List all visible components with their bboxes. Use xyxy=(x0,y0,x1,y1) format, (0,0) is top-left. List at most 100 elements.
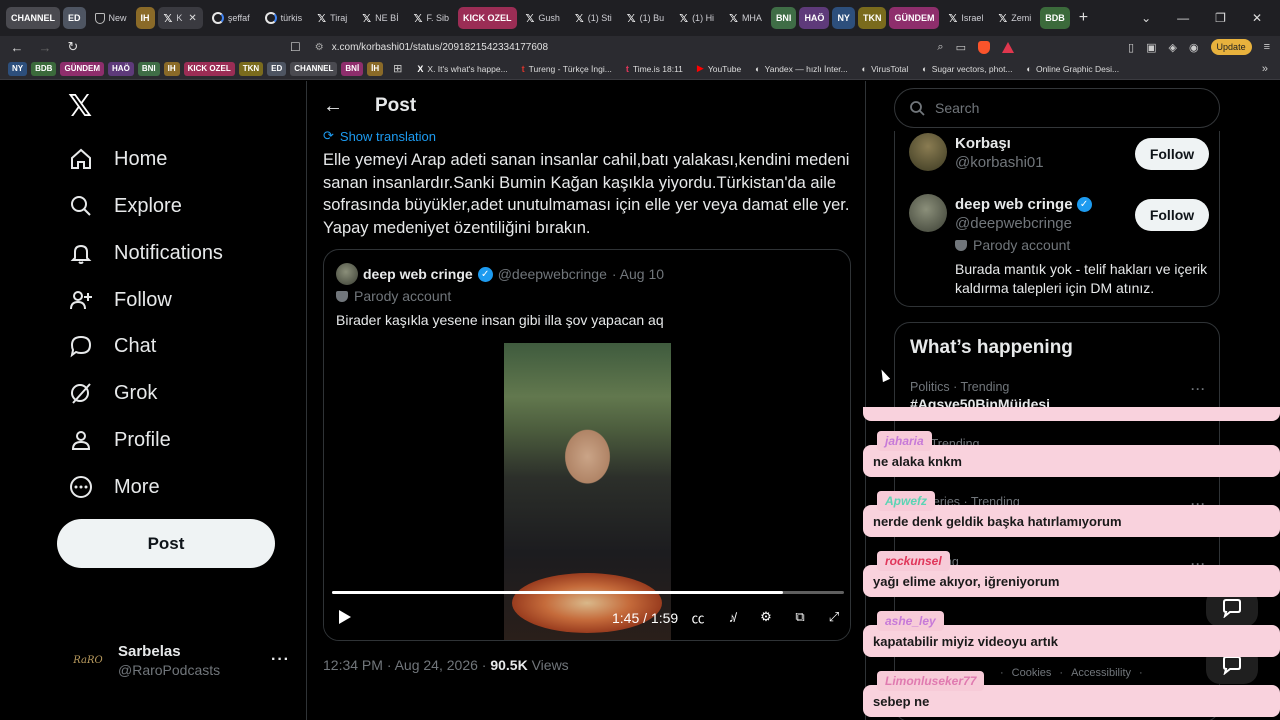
bookmark-link[interactable]: ◐ Yandex — hızlı İnter... xyxy=(750,64,852,74)
bookmark-folder[interactable]: BDB xyxy=(31,61,57,76)
nav-item-notifications[interactable]: Notifications xyxy=(68,231,223,275)
browser-tab-label: KICK OZEL xyxy=(463,13,512,23)
browser-tab[interactable]: 𝕏 Gush xyxy=(520,7,566,29)
browser-tab[interactable]: BDB xyxy=(1040,7,1070,29)
minimize-icon[interactable]: — xyxy=(1177,11,1189,25)
brave-shield-icon[interactable] xyxy=(978,40,990,54)
bookmark-folder[interactable]: NY xyxy=(8,61,28,76)
nav-item-more[interactable]: More xyxy=(68,465,160,509)
bookmark-folder[interactable]: HAÖ xyxy=(108,61,134,76)
back-arrow-icon[interactable]: ← xyxy=(323,95,343,118)
browser-tab[interactable]: 𝕏 Israel xyxy=(942,7,989,29)
reload-icon[interactable]: ↻ xyxy=(66,39,80,55)
rewards-icon[interactable] xyxy=(1002,41,1014,53)
bookmark-folder[interactable]: KICK OZEL xyxy=(183,61,235,76)
bookmark-folder[interactable]: TKN xyxy=(238,61,264,76)
url-field[interactable]: ⚙ x.com/korbashi01/status/20918215423341… xyxy=(315,42,548,53)
browser-tab[interactable]: türkis xyxy=(259,7,309,29)
browser-tab-label: türkis xyxy=(280,13,303,23)
browser-tab[interactable]: KICK OZEL xyxy=(458,7,517,29)
captions-icon[interactable]: ㏄ xyxy=(688,608,708,626)
new-tab-icon[interactable]: + xyxy=(1073,9,1094,27)
browser-tab[interactable]: 𝕏 F. Sib xyxy=(408,7,455,29)
nav-item-explore[interactable]: Explore xyxy=(68,184,182,228)
close-window-icon[interactable]: ✕ xyxy=(1252,11,1262,25)
bookmark-folder[interactable]: İH xyxy=(367,61,384,76)
forward-icon[interactable]: → xyxy=(38,40,52,55)
browser-tab[interactable]: BNI xyxy=(770,7,797,29)
video-progress-bar[interactable] xyxy=(332,591,844,594)
bookmark-link[interactable]: ◐ Sugar vectors, phot... xyxy=(917,64,1017,74)
post-button[interactable]: Post xyxy=(57,519,275,568)
browser-tab[interactable]: 𝕏 NE Bİ xyxy=(356,7,404,29)
browser-tab[interactable]: NY xyxy=(832,7,855,29)
fullscreen-icon[interactable]: ⤢ xyxy=(824,608,844,626)
wallet-icon[interactable]: ▣ xyxy=(1146,41,1156,54)
browser-tab[interactable]: 𝕏 (1) Hi xyxy=(673,7,720,29)
bookmark-link[interactable]: t Time.is 18:11 xyxy=(621,64,688,74)
browser-tab[interactable]: GÜNDEM xyxy=(889,7,940,29)
site-settings-icon[interactable]: ⚙ xyxy=(315,42,324,53)
quoted-post[interactable]: deep web cringe ✓ @deepwebcringe · Aug 1… xyxy=(323,249,851,641)
bookmark-folder[interactable]: BNİ xyxy=(341,61,364,76)
bookmark-link[interactable]: ◐ VirusTotal xyxy=(857,64,914,74)
browser-tab[interactable]: CHANNEL xyxy=(6,7,60,29)
bookmark-folder[interactable]: BNI xyxy=(137,61,160,76)
browser-tab[interactable]: 𝕏 MHA xyxy=(723,7,768,29)
nav-item-profile[interactable]: Profile xyxy=(68,418,171,462)
nav-item-label: Home xyxy=(114,147,168,170)
follow-button[interactable]: Follow xyxy=(1135,138,1209,170)
bookmark-folder[interactable]: GÜNDEM xyxy=(60,61,105,76)
bookmark-favicon-icon: X xyxy=(417,63,424,74)
browser-tab[interactable]: New xyxy=(89,7,133,29)
mute-icon[interactable]: ♪̸ xyxy=(722,608,742,626)
more-dots-icon[interactable]: ··· xyxy=(1191,382,1206,396)
browser-tab[interactable]: şeffaf xyxy=(206,7,256,29)
zoom-icon[interactable]: ⌕ xyxy=(937,41,943,54)
video-player[interactable]: 1:45 / 1:59 ㏄ ♪̸ ⚙ ⧉ ⤢ xyxy=(324,343,850,640)
bookmark-link[interactable]: X X. It's what's happe... xyxy=(412,64,512,74)
follow-button[interactable]: Follow xyxy=(1135,199,1209,231)
bookmark-link[interactable]: t Tureng - Türkçe İngi... xyxy=(517,64,617,74)
menu-icon[interactable]: ≡ xyxy=(1264,41,1270,53)
bookmark-folder[interactable]: IH xyxy=(163,61,180,76)
bookmark-link[interactable]: ◐ Online Graphic Desi... xyxy=(1022,64,1125,74)
nav-item-home[interactable]: Home xyxy=(68,137,167,181)
pip-icon[interactable]: ⧉ xyxy=(790,608,810,626)
views-label: Views xyxy=(531,657,569,673)
bookmark-icon[interactable]: ☐ xyxy=(290,40,301,54)
restore-icon[interactable]: ❐ xyxy=(1215,11,1226,25)
sidebar-toggle-icon[interactable]: ▯ xyxy=(1128,41,1134,54)
browser-tab[interactable]: ED xyxy=(63,7,86,29)
nav-item-chat[interactable]: Chat xyxy=(68,324,156,368)
back-icon[interactable]: ← xyxy=(10,40,24,55)
bookmark-link[interactable]: ▶ YouTube xyxy=(692,63,746,74)
chevron-down-icon[interactable]: ⌄ xyxy=(1141,11,1151,25)
play-icon[interactable] xyxy=(338,609,352,625)
cast-icon[interactable]: ▭ xyxy=(956,41,966,54)
more-dots-icon[interactable]: ··· xyxy=(271,651,290,669)
nav-item-follow[interactable]: Follow xyxy=(68,278,172,322)
browser-tab[interactable]: IH xyxy=(135,7,155,29)
browser-tab[interactable]: 𝕏 (1) Bu xyxy=(621,7,670,29)
profile-icon[interactable]: ◉ xyxy=(1189,41,1199,54)
show-translation-link[interactable]: ⟳ Show translation xyxy=(323,128,436,144)
browser-tab[interactable]: 𝕏 (1) Sti xyxy=(569,7,618,29)
x-logo-icon[interactable]: 𝕏 xyxy=(68,89,92,124)
nav-item-grok[interactable]: Grok xyxy=(68,371,157,415)
search-input[interactable]: Search xyxy=(894,88,1220,128)
close-icon[interactable]: ✕ xyxy=(188,13,196,24)
browser-tab[interactable]: 𝕏 K ✕ xyxy=(157,7,203,29)
browser-tab[interactable]: HAÖ xyxy=(799,7,830,29)
browser-tab[interactable]: 𝕏 Zemi xyxy=(992,7,1037,29)
bookmark-folder[interactable]: CHANNEL xyxy=(290,61,338,76)
apps-grid-icon[interactable]: ⊞ xyxy=(393,62,402,75)
account-switcher[interactable]: RaRO Sarbelas @RaroPodcasts ··· xyxy=(70,636,290,684)
vpn-icon[interactable]: ◈ xyxy=(1168,41,1176,54)
browser-tab[interactable]: TKN xyxy=(857,7,887,29)
browser-tab[interactable]: 𝕏 Tiraj xyxy=(311,7,353,29)
more-bookmarks-icon[interactable]: » xyxy=(1262,63,1280,75)
settings-gear-icon[interactable]: ⚙ xyxy=(756,608,776,626)
update-button[interactable]: Update xyxy=(1210,39,1252,55)
bookmark-folder[interactable]: ED xyxy=(267,61,287,76)
